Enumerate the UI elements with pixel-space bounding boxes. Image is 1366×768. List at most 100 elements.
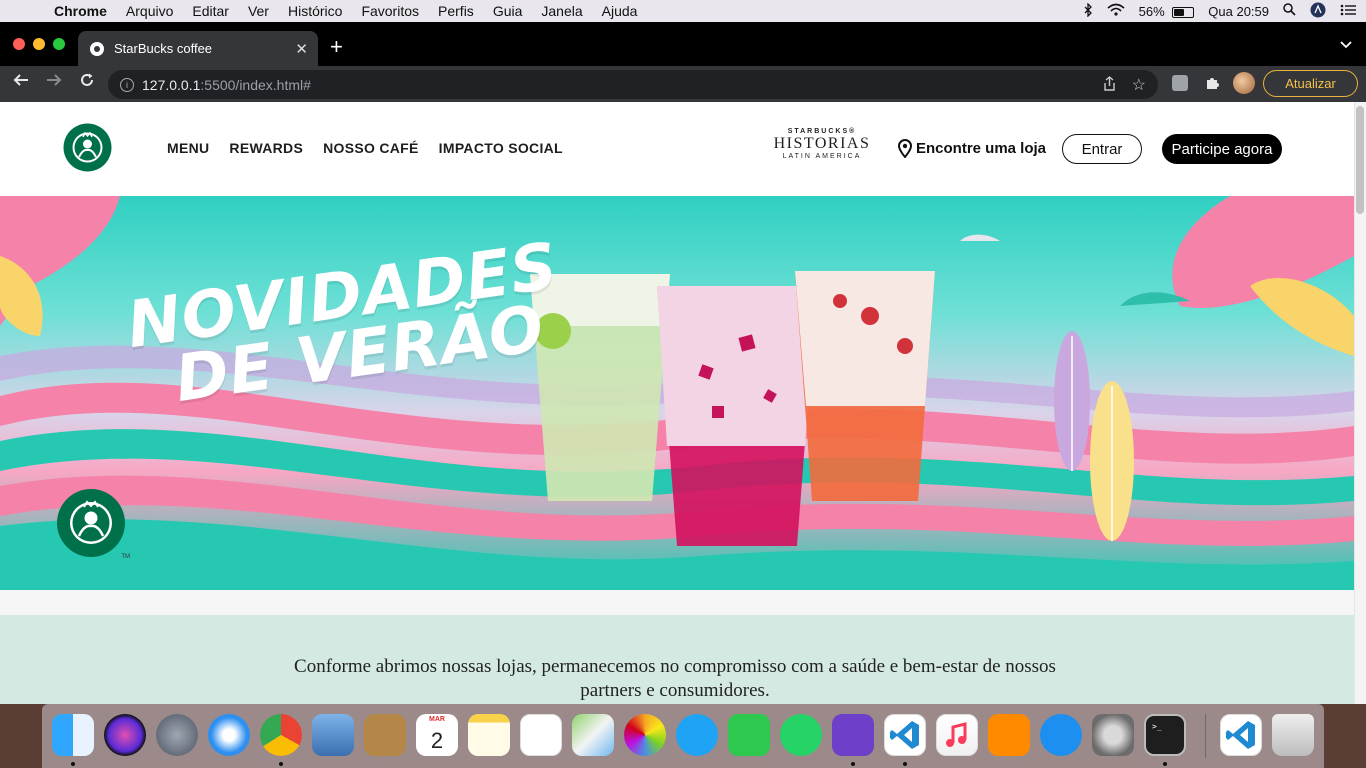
window-close-button[interactable] (13, 38, 25, 50)
browser-tab-strip: StarBucks coffee ✕ + (0, 22, 1366, 66)
hero-starbucks-logo-icon: TM (56, 488, 130, 560)
siri-icon[interactable] (104, 714, 146, 756)
nav-nosso-cafe[interactable]: NOSSO CAFÉ (323, 140, 419, 156)
menu-guia[interactable]: Guia (493, 3, 523, 19)
messages-icon[interactable] (676, 714, 718, 756)
system-preferences-gear-icon[interactable] (1092, 714, 1134, 756)
tab-close-icon[interactable]: ✕ (295, 40, 308, 58)
macos-menu-bar: Chrome Arquivo Editar Ver Histórico Favo… (0, 0, 1366, 22)
dock-separator (1205, 714, 1206, 758)
calendar-icon[interactable]: MAR 2 (416, 714, 458, 756)
new-tab-button[interactable]: + (330, 36, 343, 58)
chrome-icon[interactable] (260, 714, 302, 756)
books-icon[interactable] (988, 714, 1030, 756)
notes-icon[interactable] (468, 714, 510, 756)
vscode-icon[interactable] (884, 714, 926, 756)
running-indicator (71, 762, 75, 766)
find-store-link[interactable]: Encontre uma loja (898, 139, 1046, 158)
menu-app-name[interactable]: Chrome (54, 3, 107, 19)
historias-logo[interactable]: STARBUCKS® HISTORIAS LATIN AMERICA (770, 128, 874, 160)
historias-bottom-text: LATIN AMERICA (782, 153, 862, 160)
window-zoom-button[interactable] (53, 38, 65, 50)
running-indicator (851, 762, 855, 766)
safari-compass-icon[interactable] (208, 714, 250, 756)
update-chrome-button[interactable]: Atualizar (1263, 70, 1358, 97)
section-divider (0, 590, 1354, 615)
window-minimize-button[interactable] (33, 38, 45, 50)
spotlight-search-icon[interactable] (1283, 3, 1296, 19)
health-notice-text: Conforme abrimos nossas lojas, permanece… (294, 656, 1056, 701)
site-header: MENU REWARDS NOSSO CAFÉ IMPACTO SOCIAL S… (0, 102, 1354, 196)
menu-editar[interactable]: Editar (192, 3, 229, 19)
site-info-icon[interactable]: i (120, 77, 134, 92)
main-nav: MENU REWARDS NOSSO CAFÉ IMPACTO SOCIAL (167, 140, 563, 156)
menu-perfis[interactable]: Perfis (438, 3, 474, 19)
back-arrow-icon[interactable] (13, 72, 29, 93)
running-indicator (279, 762, 283, 766)
contacts-book-icon[interactable] (364, 714, 406, 756)
page-scrollbar[interactable] (1354, 102, 1366, 704)
preview-icon[interactable] (312, 714, 354, 756)
location-pin-icon (898, 139, 912, 158)
health-notice-section: Conforme abrimos nossas lojas, permanece… (0, 615, 1354, 704)
battery-status[interactable]: 56% (1139, 4, 1195, 19)
share-icon[interactable] (1103, 75, 1116, 94)
facetime-icon[interactable] (728, 714, 770, 756)
bluetooth-icon[interactable] (1084, 1, 1093, 20)
address-bar[interactable]: i 127.0.0.1 :5500/index.html# ☆ (108, 70, 1158, 99)
menu-arquivo[interactable]: Arquivo (126, 3, 173, 19)
url-host: 127.0.0.1 (142, 76, 201, 93)
menu-historico[interactable]: Histórico (288, 3, 342, 19)
maps-icon[interactable] (572, 714, 614, 756)
page-viewport: MENU REWARDS NOSSO CAFÉ IMPACTO SOCIAL S… (0, 102, 1366, 704)
vscode-recent-icon[interactable] (1220, 714, 1262, 756)
trash-icon[interactable] (1272, 714, 1314, 756)
finder-icon[interactable] (52, 714, 94, 756)
photos-icon[interactable] (624, 714, 666, 756)
clock[interactable]: Qua 20:59 (1208, 4, 1269, 19)
profile-avatar[interactable] (1233, 72, 1255, 94)
nav-rewards[interactable]: REWARDS (229, 140, 303, 156)
notification-center-icon[interactable] (1340, 4, 1356, 19)
running-indicator (1163, 762, 1167, 766)
login-button[interactable]: Entrar (1062, 134, 1142, 164)
menu-ver[interactable]: Ver (248, 3, 269, 19)
url-path: :5500/index.html# (200, 76, 311, 93)
macos-dock: MAR 2 >_ (42, 704, 1324, 768)
bookmark-star-icon[interactable]: ☆ (1132, 75, 1146, 95)
scrollbar-thumb[interactable] (1356, 106, 1364, 214)
browser-toolbar: i 127.0.0.1 :5500/index.html# ☆ Atualiza… (0, 66, 1366, 102)
menu-ajuda[interactable]: Ajuda (602, 3, 638, 19)
hero-banner[interactable]: NOVIDADES DE VERÃO TM (0, 196, 1354, 590)
nav-menu[interactable]: MENU (167, 140, 209, 156)
app-store-icon[interactable] (1040, 714, 1082, 756)
whatsapp-icon[interactable] (780, 714, 822, 756)
status-area: 56% Qua 20:59 (1084, 0, 1356, 22)
calendar-month: MAR (429, 716, 445, 723)
github-desktop-icon[interactable] (832, 714, 874, 756)
extensions-puzzle-icon[interactable] (1204, 75, 1220, 91)
menu-janela[interactable]: Janela (541, 3, 582, 19)
nav-impacto-social[interactable]: IMPACTO SOCIAL (439, 140, 563, 156)
tab-search-chevron-icon[interactable] (1340, 37, 1352, 52)
historias-main-text: HISTORIAS (773, 135, 871, 152)
menu-favoritos[interactable]: Favoritos (361, 3, 419, 19)
wifi-icon[interactable] (1107, 3, 1125, 19)
forward-arrow-icon[interactable] (46, 72, 62, 93)
tab-title: StarBucks coffee (114, 41, 213, 56)
running-indicator (903, 762, 907, 766)
user-switcher-icon[interactable] (1310, 2, 1326, 21)
extension-icon[interactable] (1172, 75, 1188, 91)
battery-percent: 56% (1138, 3, 1165, 19)
launchpad-rocket-icon[interactable] (156, 714, 198, 756)
find-store-label: Encontre uma loja (916, 140, 1047, 157)
starbucks-logo-icon[interactable] (63, 123, 112, 172)
music-icon[interactable] (936, 714, 978, 756)
browser-tab[interactable]: StarBucks coffee ✕ (78, 31, 318, 66)
join-button[interactable]: Participe agora (1162, 134, 1282, 164)
reload-icon[interactable] (79, 72, 95, 93)
terminal-icon[interactable]: >_ (1144, 714, 1186, 756)
reminders-icon[interactable] (520, 714, 562, 756)
battery-icon (1172, 6, 1195, 18)
historias-top-text: STARBUCKS® (787, 128, 857, 135)
